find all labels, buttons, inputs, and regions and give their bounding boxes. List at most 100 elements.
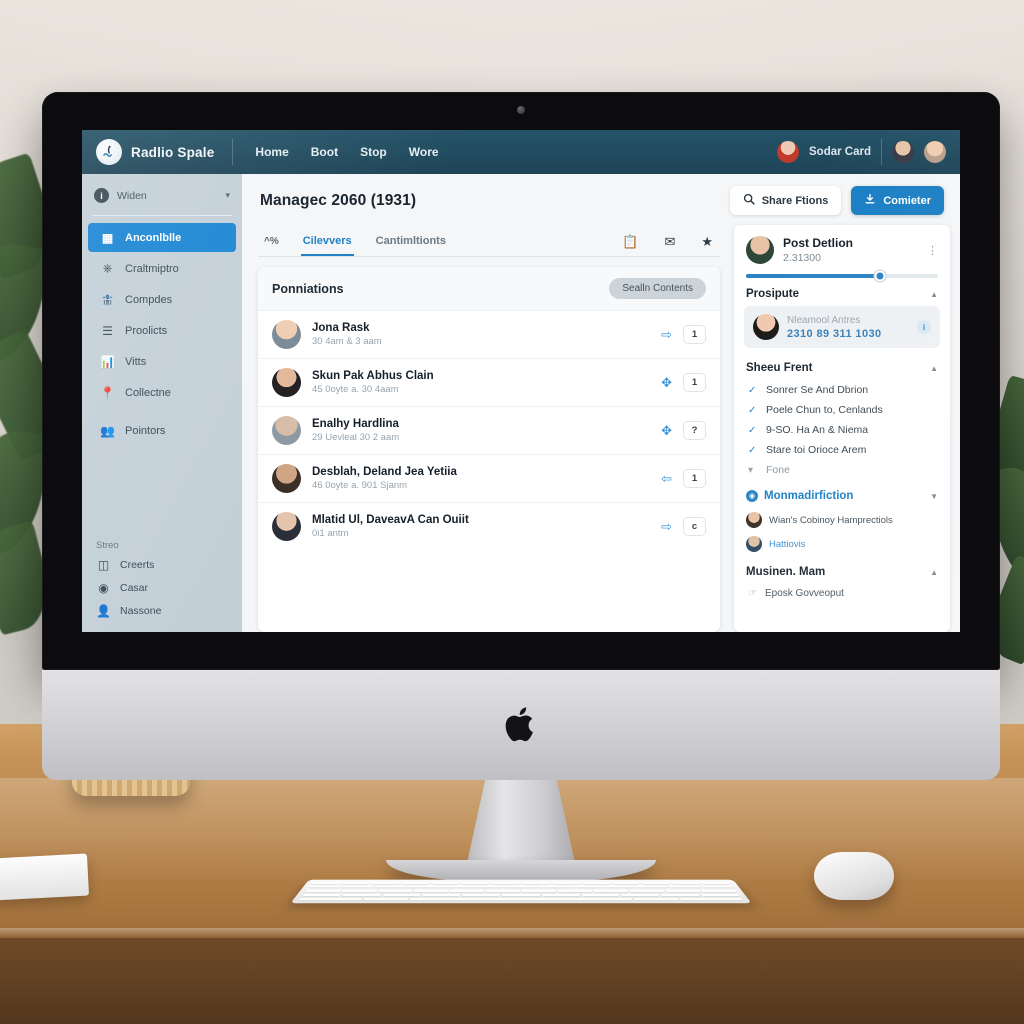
panel-link-row[interactable]: Wian's Cobinoy Hamprectiols xyxy=(734,508,950,532)
avatar xyxy=(272,368,301,397)
clock-icon: ⎈ xyxy=(102,261,113,275)
sidebar: i Widen ▾ ▦ Anconlblle ⎈ Craltmiptro 🏦 C… xyxy=(82,174,242,632)
sidebar-item-compdes[interactable]: 🏦 Compdes xyxy=(88,285,236,314)
camera-icon: ◉ xyxy=(98,580,109,595)
page-title: Managec 2060 (1931) xyxy=(260,191,417,209)
info-badge-icon: i xyxy=(94,188,109,203)
chevron-up-icon[interactable]: ▲ xyxy=(930,364,938,373)
center-column: ^% Cilevvers Cantimltionts 📋 ✉ ★ Ponniat… xyxy=(242,225,730,632)
brand[interactable]: Radlio Spale xyxy=(96,139,232,165)
sidebar-item-anconlblle[interactable]: ▦ Anconlblle xyxy=(88,223,236,252)
nav-link-stop[interactable]: Stop xyxy=(360,145,387,159)
tab-percent[interactable]: ^% xyxy=(262,228,281,256)
sidebar-widen-toggle[interactable]: i Widen ▾ xyxy=(82,180,242,211)
arrow-right-icon[interactable]: ⇨ xyxy=(661,519,672,535)
chevron-down-icon[interactable]: ▼ xyxy=(930,492,938,501)
table-row[interactable]: Skun Pak Abhus Clain 45 0oyte a. 30 4aam… xyxy=(258,359,720,407)
tab-cilevvers[interactable]: Cilevvers xyxy=(300,227,354,256)
sidebar-item-pointors[interactable]: 👥 Pointors xyxy=(88,416,236,445)
panel-link-label: Wian's Cobinoy Hamprectiols xyxy=(769,514,893,526)
section-title: Musinen. Mam xyxy=(746,566,826,578)
mail-icon[interactable]: ✉ xyxy=(661,234,678,250)
sidebar-footer-label: Casar xyxy=(120,581,149,594)
section-monm-header[interactable]: ◉ Monmadirfiction ▼ xyxy=(734,480,950,508)
panel-footer-label: Eposk Govveoput xyxy=(764,588,844,599)
arrow-right-icon[interactable]: ⇨ xyxy=(661,327,672,343)
keyboard[interactable] xyxy=(290,879,752,904)
sidebar-item-vitts[interactable]: 📊 Vitts xyxy=(88,347,236,376)
table-row[interactable]: Desblah, Deland Jea Yetiia 46 0oyte a. 9… xyxy=(258,455,720,503)
sidebar-footer-item-nassone[interactable]: 👤 Nassone xyxy=(82,599,242,622)
nav-divider-2 xyxy=(881,139,882,165)
sidebar-item-collectne[interactable]: 📍 Collectne xyxy=(88,378,236,407)
chart-icon: 📊 xyxy=(100,354,115,369)
chevron-up-icon[interactable]: ▲ xyxy=(930,568,938,577)
sidebar-footer-item-creerts[interactable]: ◫ Creerts xyxy=(82,553,242,576)
sidebar-item-label: Proolicts xyxy=(125,324,168,337)
door-icon: ◫ xyxy=(97,557,110,572)
info-icon[interactable]: i xyxy=(917,320,931,334)
imac-computer: Radlio Spale Home Boot Stop Wore Sodar C… xyxy=(42,92,1000,882)
download-icon xyxy=(864,193,876,208)
sidebar-footer-label: Nassone xyxy=(120,604,162,617)
chevron-down-icon[interactable]: ▾ xyxy=(225,190,230,201)
avatar xyxy=(746,236,774,264)
table-row[interactable]: Mlatid Ul, DaveavA Can Ouiit 0i1 antm ⇨ … xyxy=(258,503,720,550)
arrows-move-icon[interactable]: ✥ xyxy=(661,375,672,391)
checklist-item[interactable]: ✓ Stare toi Orioce Arem xyxy=(734,440,950,460)
status-badge: c xyxy=(683,517,706,536)
checklist-label: Stare toi Orioce Arem xyxy=(766,444,867,456)
mouse[interactable] xyxy=(814,852,894,900)
avatar xyxy=(272,320,301,349)
sidebar-item-label: Vitts xyxy=(125,355,147,368)
arrow-left-icon[interactable]: ⇦ xyxy=(661,471,672,487)
arrows-move-icon[interactable]: ✥ xyxy=(661,423,672,439)
nav-link-home[interactable]: Home xyxy=(255,145,288,159)
list-card: Ponniations Sealln Contents Jona Rask 30… xyxy=(258,267,720,632)
panel-footer-item[interactable]: ☞ Eposk Govveoput xyxy=(734,584,950,609)
chevron-up-icon[interactable]: ▲ xyxy=(930,290,938,299)
status-badge: 1 xyxy=(683,373,706,392)
panel-link-row[interactable]: Hattiovis xyxy=(734,532,950,556)
star-icon[interactable]: ★ xyxy=(698,234,716,250)
section-musinen-header[interactable]: Musinen. Mam ▲ xyxy=(734,556,950,584)
row-subtitle: 30 4am & 3 aam xyxy=(312,336,382,347)
more-icon[interactable]: ⋮ xyxy=(927,244,938,257)
check-icon: ✓ xyxy=(748,424,757,436)
nav-link-boot[interactable]: Boot xyxy=(311,145,338,159)
row-subtitle: 29 Uevleal 30 2 aam xyxy=(312,432,400,443)
check-icon: ✓ xyxy=(748,444,757,456)
search-contents-pill[interactable]: Sealln Contents xyxy=(609,278,706,299)
checklist-item[interactable]: ✓ Sonrer Se And Dbrion xyxy=(734,380,950,400)
tab-cantimltionts[interactable]: Cantimltionts xyxy=(374,227,448,256)
checklist-label: Sonrer Se And Dbrion xyxy=(766,384,869,396)
main-header: Managec 2060 (1931) Share Ftions Comiete… xyxy=(242,174,960,225)
row-name: Mlatid Ul, DaveavA Can Ouiit xyxy=(312,514,469,526)
right-panel-header: Post Detlion 2.31300 ⋮ xyxy=(734,225,950,272)
primary-action-button[interactable]: Comieter xyxy=(851,186,944,215)
checklist-item[interactable]: ✓ Poele Chun to, Cenlands xyxy=(734,400,950,420)
table-row[interactable]: Jona Rask 30 4am & 3 aam ⇨ 1 xyxy=(258,311,720,359)
contact-chip[interactable]: Nleamool Antres 2310 89 311 1030 i xyxy=(744,306,940,348)
sidebar-item-proolicts[interactable]: ☰ Proolicts xyxy=(88,316,236,345)
pin-icon: 📍 xyxy=(100,385,115,400)
sidebar-footer-item-casar[interactable]: ◉ Casar xyxy=(82,576,242,599)
avatar-secondary-1[interactable] xyxy=(892,141,914,163)
slider-handle[interactable] xyxy=(874,270,886,282)
checklist-item[interactable]: ▾ Fone xyxy=(734,460,950,480)
checklist-label: Poele Chun to, Cenlands xyxy=(766,404,883,416)
sidebar-item-craltmiptro[interactable]: ⎈ Craltmiptro xyxy=(88,254,236,283)
note-edit-icon[interactable]: 📋 xyxy=(619,234,641,250)
table-row[interactable]: Enalhy Hardlina 29 Uevleal 30 2 aam ✥ ? xyxy=(258,407,720,455)
section-sheeu-header[interactable]: Sheeu Frent ▲ xyxy=(734,352,950,380)
avatar-secondary-2[interactable] xyxy=(924,141,946,163)
nav-user-label: Sodar Card xyxy=(809,146,871,158)
avatar-user-primary[interactable] xyxy=(777,141,799,163)
checklist-item[interactable]: ✓ 9-SO. Ha An & Niema xyxy=(734,420,950,440)
share-button[interactable]: Share Ftions xyxy=(729,186,842,215)
section-prosipute-header[interactable]: Prosipute ▲ xyxy=(734,278,950,306)
progress-slider[interactable] xyxy=(746,270,938,282)
bank-icon: 🏦 xyxy=(100,292,115,307)
status-badge: 1 xyxy=(683,325,706,344)
nav-link-wore[interactable]: Wore xyxy=(409,145,439,159)
